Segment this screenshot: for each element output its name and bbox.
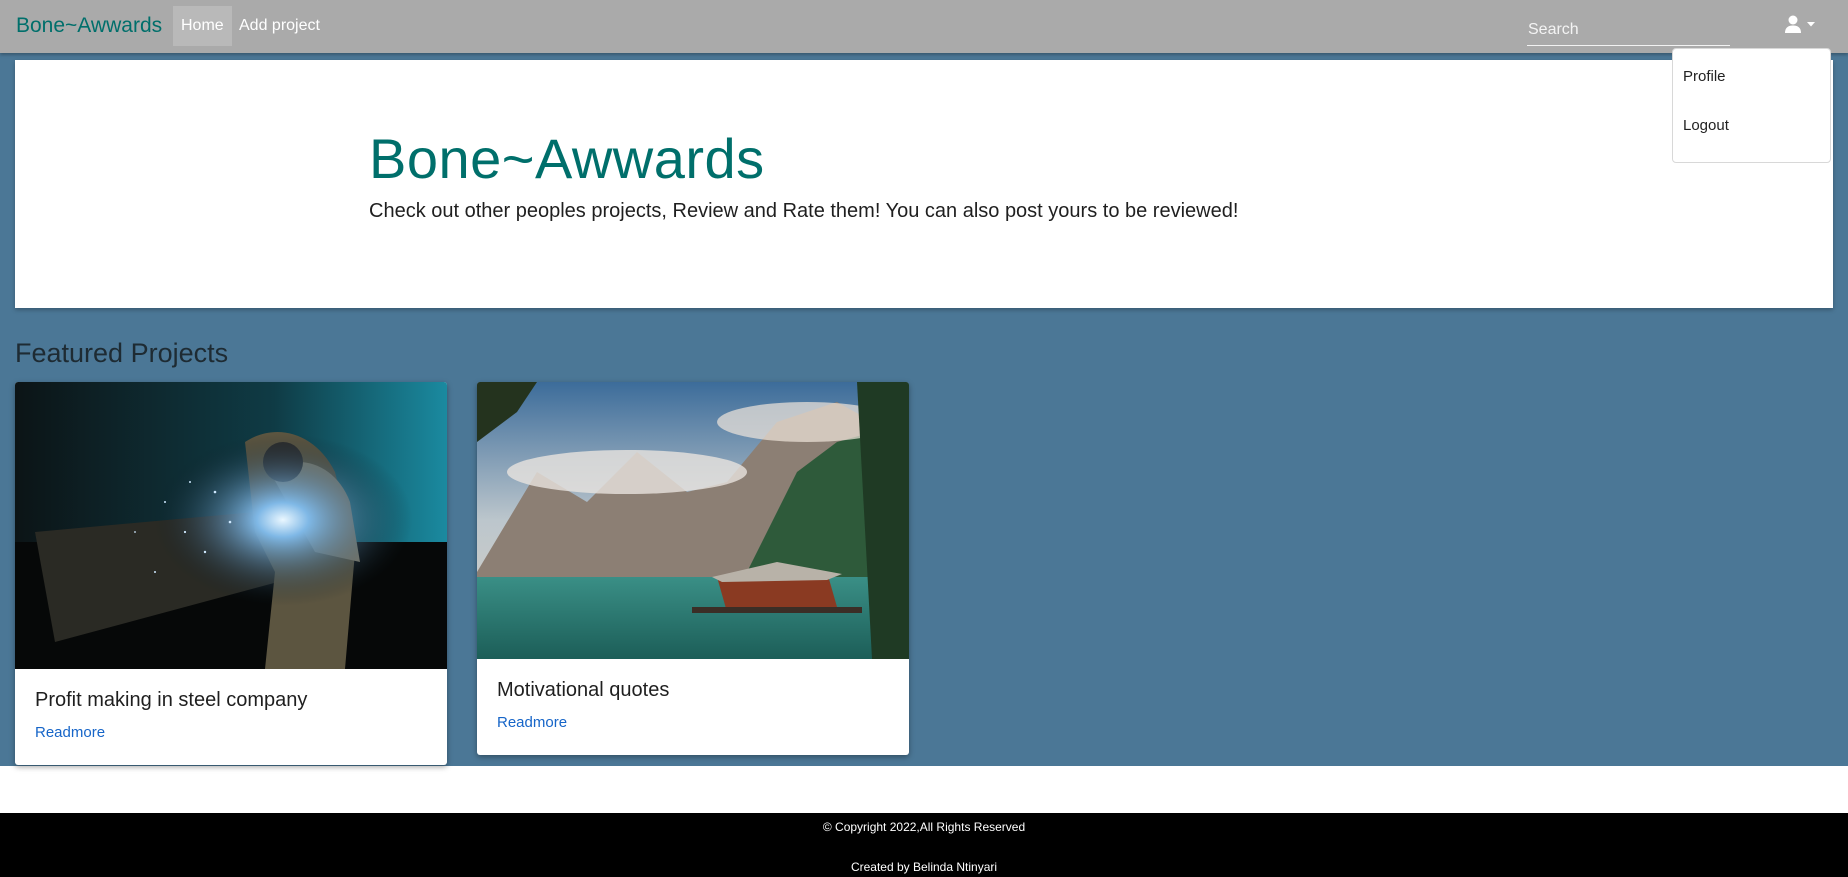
hero-title: Bone~Awwards <box>369 127 765 190</box>
readmore-link[interactable]: Readmore <box>35 724 105 741</box>
project-title: Motivational quotes <box>497 679 670 701</box>
project-card: Motivational quotes Readmore <box>477 382 909 755</box>
brand-logo-link[interactable]: Bone~Awwards <box>16 14 162 38</box>
user-dropdown-menu: Profile Logout <box>1672 48 1831 163</box>
readmore-link[interactable]: Readmore <box>497 714 567 731</box>
featured-projects-heading: Featured Projects <box>15 338 229 368</box>
user-menu-toggle[interactable] <box>1778 10 1822 40</box>
footer-copyright: © Copyright 2022,All Rights Reserved <box>822 820 1026 834</box>
project-card: Profit making in steel company Readmore <box>15 382 447 765</box>
top-navbar: Bone~Awwards Home Add project <box>0 0 1848 53</box>
page-footer: © Copyright 2022,All Rights Reserved Cre… <box>0 813 1848 877</box>
footer-credit: Created by Belinda Ntinyari <box>850 860 998 874</box>
search-input[interactable] <box>1527 15 1730 46</box>
project-image-welder <box>15 382 447 669</box>
project-image-mountain-lake <box>477 382 909 659</box>
nav-home-link[interactable]: Home <box>173 6 232 46</box>
project-title: Profit making in steel company <box>35 689 308 711</box>
user-icon <box>1785 15 1815 33</box>
hero-subtitle: Check out other peoples projects, Review… <box>369 200 1239 222</box>
hero-jumbotron: Bone~Awwards Check out other peoples pro… <box>15 60 1833 308</box>
menu-item-profile[interactable]: Profile <box>1683 68 1726 85</box>
caret-down-icon <box>1807 22 1815 27</box>
menu-item-logout[interactable]: Logout <box>1683 117 1729 134</box>
nav-add-project-link[interactable]: Add project <box>231 6 328 46</box>
